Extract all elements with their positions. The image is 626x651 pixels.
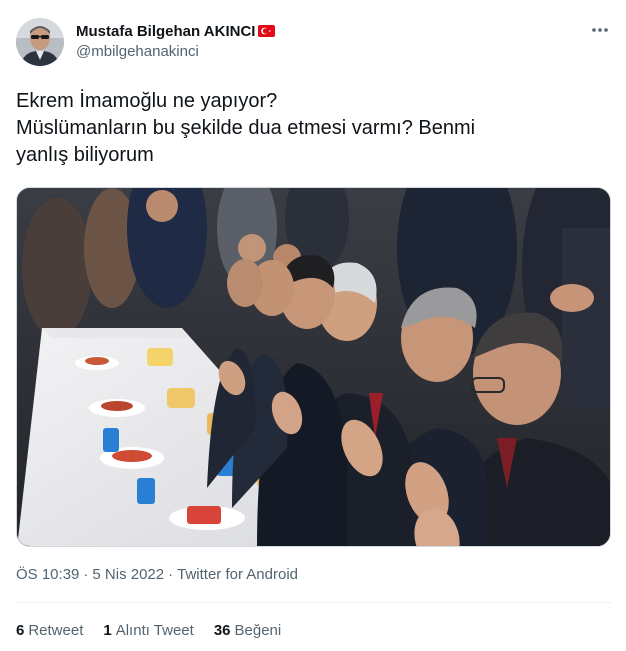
username-handle[interactable]: @mbilgehanakinci <box>76 43 275 60</box>
tweet-timestamp[interactable]: ÖS 10:39 <box>16 566 79 583</box>
tweet-date[interactable]: 5 Nis 2022 <box>92 566 164 583</box>
likes-stat[interactable]: 36 Beğeni <box>214 622 281 639</box>
tweet-metadata: ÖS 10:39 · 5 Nis 2022 · Twitter for Android <box>16 566 298 583</box>
quote-tweets-label: Alıntı Tweet <box>115 622 194 639</box>
tweet-source[interactable]: Twitter for Android <box>177 566 298 583</box>
avatar[interactable] <box>16 18 64 66</box>
avatar-photo <box>16 18 64 66</box>
display-name-row: Mustafa Bilgehan AKINCI <box>76 21 276 41</box>
divider <box>16 602 612 603</box>
likes-count: 36 <box>213 622 231 639</box>
tweet-text: Ekrem İmamoğlu ne yapıyor? Müslümanların… <box>16 88 612 169</box>
turkey-flag-icon <box>258 25 276 37</box>
display-name[interactable]: Mustafa Bilgehan AKINCI <box>76 23 255 40</box>
tweet-text-line: Müslümanların bu şekilde dua etmesi varm… <box>16 117 476 139</box>
tweet-text-line: Ekrem İmamoğlu ne yapıyor? <box>16 90 278 112</box>
tweet-card: Mustafa Bilgehan AKINCI @mbilgehanakinci… <box>0 0 626 651</box>
tweet-text-line: yanlış biliyorum <box>16 144 154 166</box>
photo-image <box>17 188 610 546</box>
meta-separator: · <box>168 566 174 583</box>
more-options-icon[interactable] <box>590 20 610 40</box>
meta-separator: · <box>83 566 89 583</box>
likes-label: Beğeni <box>234 622 282 639</box>
retweets-label: Retweet <box>28 622 84 639</box>
quote-tweets-count: 1 <box>103 622 112 639</box>
retweets-stat[interactable]: 6 Retweet <box>16 622 83 639</box>
engagement-stats: 6 Retweet 1 Alıntı Tweet 36 Beğeni <box>16 622 301 639</box>
tweet-photo[interactable] <box>16 187 611 547</box>
retweets-count: 6 <box>16 622 25 639</box>
author-names: Mustafa Bilgehan AKINCI @mbilgehanakinci <box>76 21 276 60</box>
tweet-header: Mustafa Bilgehan AKINCI @mbilgehanakinci <box>16 16 612 68</box>
quote-tweets-stat[interactable]: 1 Alıntı Tweet <box>103 622 193 639</box>
